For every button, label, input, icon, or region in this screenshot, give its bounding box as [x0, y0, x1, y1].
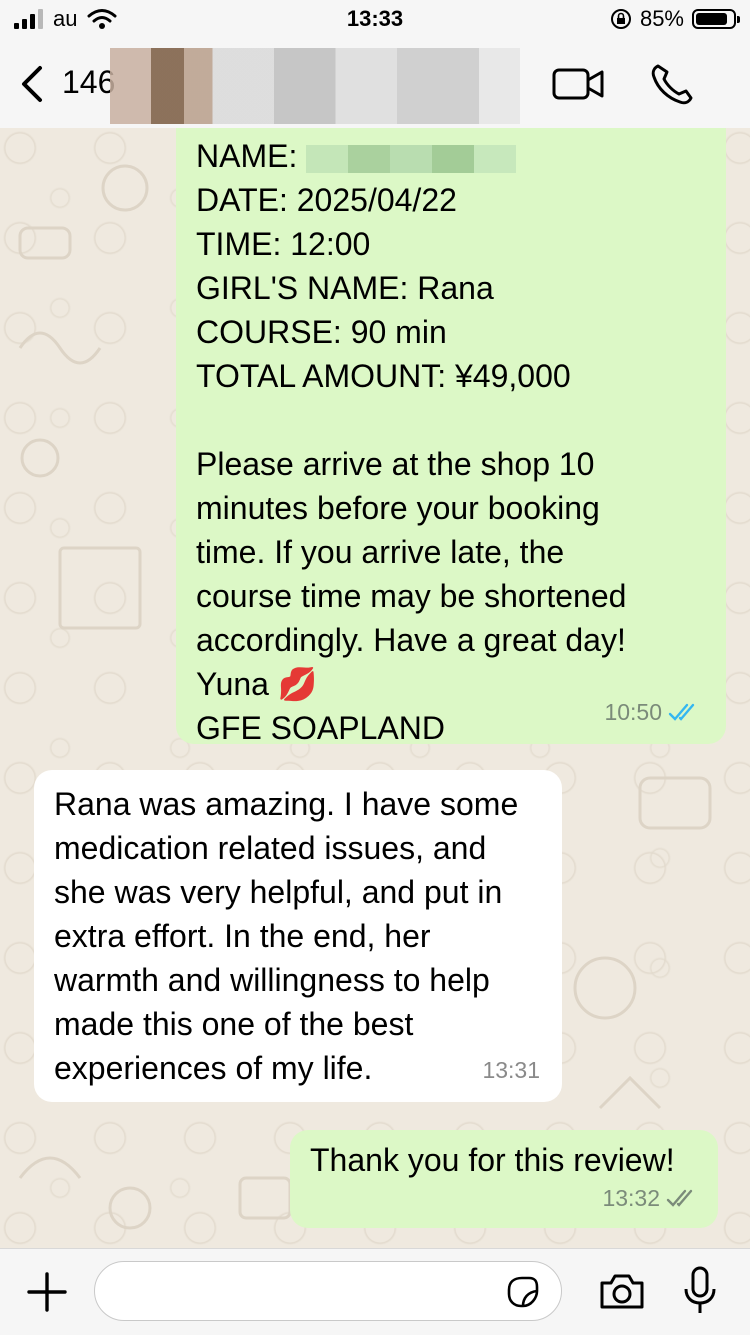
message-line: Rana was amazing. I have some: [54, 786, 519, 822]
message-line: warmth and willingness to help: [54, 962, 490, 998]
microphone-icon[interactable]: [682, 1265, 718, 1317]
message-line: Please arrive at the shop 10: [196, 446, 595, 482]
message-line: accordingly. Have a great day!: [196, 622, 626, 658]
message-line: time. If you arrive late, the: [196, 534, 565, 570]
status-right: 85%: [610, 6, 740, 32]
message-meta: 13:31: [482, 1048, 540, 1092]
message-input[interactable]: [94, 1261, 562, 1321]
read-ticks-icon: [668, 703, 695, 721]
message-line: DATE: 2025/04/22: [196, 182, 457, 218]
composer-bar: [0, 1248, 750, 1335]
message-line: she was very helpful, and put in: [54, 874, 503, 910]
message-line: minutes before your booking: [196, 490, 600, 526]
camera-icon[interactable]: [598, 1271, 646, 1311]
plus-icon[interactable]: [26, 1271, 68, 1313]
redacted-contact-info: [110, 48, 520, 124]
message-line: NAME:: [196, 134, 706, 178]
redacted-name: [306, 144, 517, 173]
video-camera-icon[interactable]: [550, 62, 606, 106]
rotation-lock-icon: [610, 9, 631, 29]
chevron-left-icon[interactable]: [14, 60, 58, 108]
message-line: extra effort. In the end, her: [54, 918, 431, 954]
message-line: TOTAL AMOUNT: ¥49,000: [196, 358, 571, 394]
contact-name[interactable]: 146: [62, 64, 115, 101]
message-line: experiences of my life.: [54, 1050, 373, 1086]
message-line: TIME: 12:00: [196, 226, 371, 262]
chat-header: 146: [0, 40, 750, 129]
phone-icon[interactable]: [646, 62, 702, 106]
chat-wallpaper: NAME: DATE: 2025/04/22 TIME: 12:00 GIRL'…: [0, 128, 750, 1248]
message-line: made this one of the best: [54, 1006, 414, 1042]
message-line: GIRL'S NAME: Rana: [196, 270, 494, 306]
message-time: 13:31: [482, 1057, 540, 1083]
message-line: [196, 398, 706, 442]
message-outgoing[interactable]: NAME: DATE: 2025/04/22 TIME: 12:00 GIRL'…: [176, 128, 726, 746]
message-outgoing[interactable]: Thank you for this review! 13:32: [290, 1130, 718, 1228]
message-line: COURSE: 90 min: [196, 314, 447, 350]
message-line: medication related issues, and: [54, 830, 487, 866]
delivered-ticks-icon: [666, 1189, 693, 1207]
message-meta: 10:50: [604, 690, 700, 734]
battery-percent: 85%: [639, 6, 684, 31]
message-time: 10:50: [604, 699, 662, 725]
battery-icon: [692, 9, 740, 29]
sticker-icon[interactable]: [505, 1274, 541, 1310]
message-incoming[interactable]: Rana was amazing. I have some medication…: [34, 770, 562, 1102]
message-line: course time may be shortened: [196, 578, 627, 614]
message-time: 13:32: [602, 1185, 660, 1211]
message-meta: 13:32: [602, 1176, 698, 1220]
status-bar: au 13:33 85%: [0, 0, 750, 40]
